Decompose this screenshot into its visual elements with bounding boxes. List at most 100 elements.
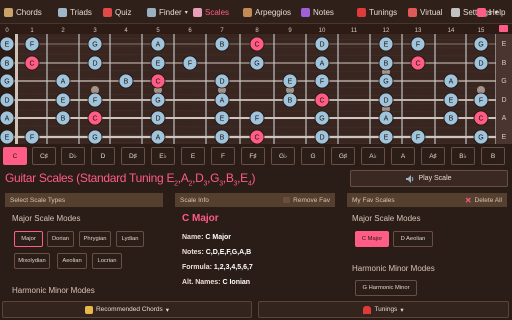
key-button[interactable]: C♯ xyxy=(32,147,56,165)
note-marker[interactable]: B xyxy=(118,73,134,89)
note-marker[interactable]: D xyxy=(314,36,330,52)
root-note-marker[interactable]: C xyxy=(150,73,166,89)
key-button[interactable]: D xyxy=(91,147,115,165)
mode-button-lydian[interactable]: Lydian xyxy=(116,231,144,247)
key-button[interactable]: B xyxy=(481,147,505,165)
note-marker[interactable]: G xyxy=(0,73,15,89)
nav-item-tunings[interactable]: Tunings xyxy=(357,0,397,24)
note-marker[interactable]: E xyxy=(378,36,394,52)
note-marker[interactable]: A xyxy=(314,55,330,71)
note-marker[interactable]: E xyxy=(282,73,298,89)
note-marker[interactable]: G xyxy=(378,73,394,89)
tunings-dropdown-button[interactable]: Tunings ▾ xyxy=(258,301,509,318)
mode-button-locrian[interactable]: Locrian xyxy=(92,253,122,269)
key-button[interactable]: D♯ xyxy=(121,147,145,165)
note-marker[interactable]: F xyxy=(410,129,426,144)
nav-item-quiz[interactable]: Quiz xyxy=(103,0,131,24)
note-marker[interactable]: B xyxy=(378,55,394,71)
remove-fav-button[interactable]: Remove Fav xyxy=(283,197,330,204)
play-scale-button[interactable]: Play Scale xyxy=(350,170,508,187)
fav-scale-c-major[interactable]: C Major xyxy=(355,231,389,247)
note-marker[interactable]: F xyxy=(410,36,426,52)
note-marker[interactable]: B xyxy=(214,129,230,144)
note-marker[interactable]: B xyxy=(214,36,230,52)
note-marker[interactable]: D xyxy=(87,55,103,71)
note-marker[interactable]: A xyxy=(0,110,15,126)
note-marker[interactable]: E xyxy=(150,55,166,71)
note-marker[interactable]: E xyxy=(214,110,230,126)
note-marker[interactable]: A xyxy=(150,36,166,52)
note-marker[interactable]: B xyxy=(282,92,298,108)
root-note-marker[interactable]: C xyxy=(87,110,103,126)
mode-button-aeolian[interactable]: Aeolian xyxy=(57,253,87,269)
note-marker[interactable]: A xyxy=(55,73,71,89)
note-marker[interactable]: G xyxy=(314,110,330,126)
fretboard-settings-icon[interactable] xyxy=(499,25,508,32)
note-marker[interactable]: E xyxy=(0,36,15,52)
key-button[interactable]: A xyxy=(391,147,415,165)
root-note-marker[interactable]: C xyxy=(249,36,265,52)
note-marker[interactable]: B xyxy=(0,55,15,71)
note-marker[interactable]: F xyxy=(182,55,198,71)
mode-button-mixolydian[interactable]: Mixolydian xyxy=(14,253,50,269)
nav-item-arpeggios[interactable]: Arpeggios xyxy=(243,0,291,24)
note-marker[interactable]: D xyxy=(214,73,230,89)
key-button[interactable]: C xyxy=(3,147,27,165)
nav-item-virtual[interactable]: Virtual xyxy=(408,0,443,24)
mode-button-dorian[interactable]: Dorian xyxy=(47,231,74,247)
root-note-marker[interactable]: C xyxy=(410,55,426,71)
note-marker[interactable]: A xyxy=(150,129,166,144)
note-marker[interactable]: F xyxy=(24,129,40,144)
note-marker[interactable]: D xyxy=(473,55,489,71)
key-button[interactable]: B♭ xyxy=(451,147,475,165)
note-marker[interactable]: F xyxy=(473,92,489,108)
nav-item-scales[interactable]: Scales xyxy=(193,0,229,24)
note-marker[interactable]: D xyxy=(0,92,15,108)
recommended-chords-button[interactable]: Recommended Chords ▾ xyxy=(2,301,252,318)
note-marker[interactable]: E xyxy=(0,129,15,144)
key-button[interactable]: G xyxy=(301,147,325,165)
key-button[interactable]: G♯ xyxy=(331,147,355,165)
key-button[interactable]: F♯ xyxy=(241,147,265,165)
key-button[interactable]: E♭ xyxy=(151,147,175,165)
key-button[interactable]: G♭ xyxy=(271,147,295,165)
note-marker[interactable]: F xyxy=(249,110,265,126)
note-marker[interactable]: G xyxy=(473,129,489,144)
note-marker[interactable]: F xyxy=(24,36,40,52)
note-marker[interactable]: E xyxy=(443,92,459,108)
fav-scale-d-aeolian[interactable]: D Aeolian xyxy=(393,231,433,247)
note-marker[interactable]: F xyxy=(314,73,330,89)
note-marker[interactable]: D xyxy=(378,92,394,108)
delete-all-button[interactable]: ✕ Delete All xyxy=(465,196,502,205)
key-button[interactable]: A♯ xyxy=(421,147,445,165)
key-button[interactable]: F xyxy=(211,147,235,165)
note-marker[interactable]: B xyxy=(55,110,71,126)
note-marker[interactable]: A xyxy=(443,73,459,89)
note-marker[interactable]: A xyxy=(214,92,230,108)
root-note-marker[interactable]: C xyxy=(24,55,40,71)
note-marker[interactable]: G xyxy=(87,36,103,52)
note-marker[interactable]: E xyxy=(55,92,71,108)
note-marker[interactable]: D xyxy=(314,129,330,144)
key-button[interactable]: A♭ xyxy=(361,147,385,165)
key-button[interactable]: E xyxy=(181,147,205,165)
nav-item-notes[interactable]: Notes xyxy=(301,0,334,24)
note-marker[interactable]: G xyxy=(87,129,103,144)
nav-item-finder[interactable]: Finder ▾ xyxy=(147,0,188,24)
nav-item-triads[interactable]: Triads xyxy=(58,0,92,24)
note-marker[interactable]: D xyxy=(150,110,166,126)
note-marker[interactable]: A xyxy=(378,110,394,126)
note-marker[interactable]: B xyxy=(443,110,459,126)
root-note-marker[interactable]: C xyxy=(249,129,265,144)
note-marker[interactable]: G xyxy=(473,36,489,52)
nav-item-chords[interactable]: Chords xyxy=(4,0,42,24)
mode-button-major[interactable]: Major xyxy=(14,231,43,247)
root-note-marker[interactable]: C xyxy=(473,110,489,126)
note-marker[interactable]: G xyxy=(150,92,166,108)
note-marker[interactable]: E xyxy=(378,129,394,144)
note-marker[interactable]: G xyxy=(249,55,265,71)
note-marker[interactable]: F xyxy=(87,92,103,108)
mode-button-phrygian[interactable]: Phrygian xyxy=(79,231,111,247)
nav-item-help[interactable]: Help xyxy=(477,0,505,24)
fav-scale-g-harmonic-minor[interactable]: G Harmonic Minor xyxy=(355,280,417,296)
